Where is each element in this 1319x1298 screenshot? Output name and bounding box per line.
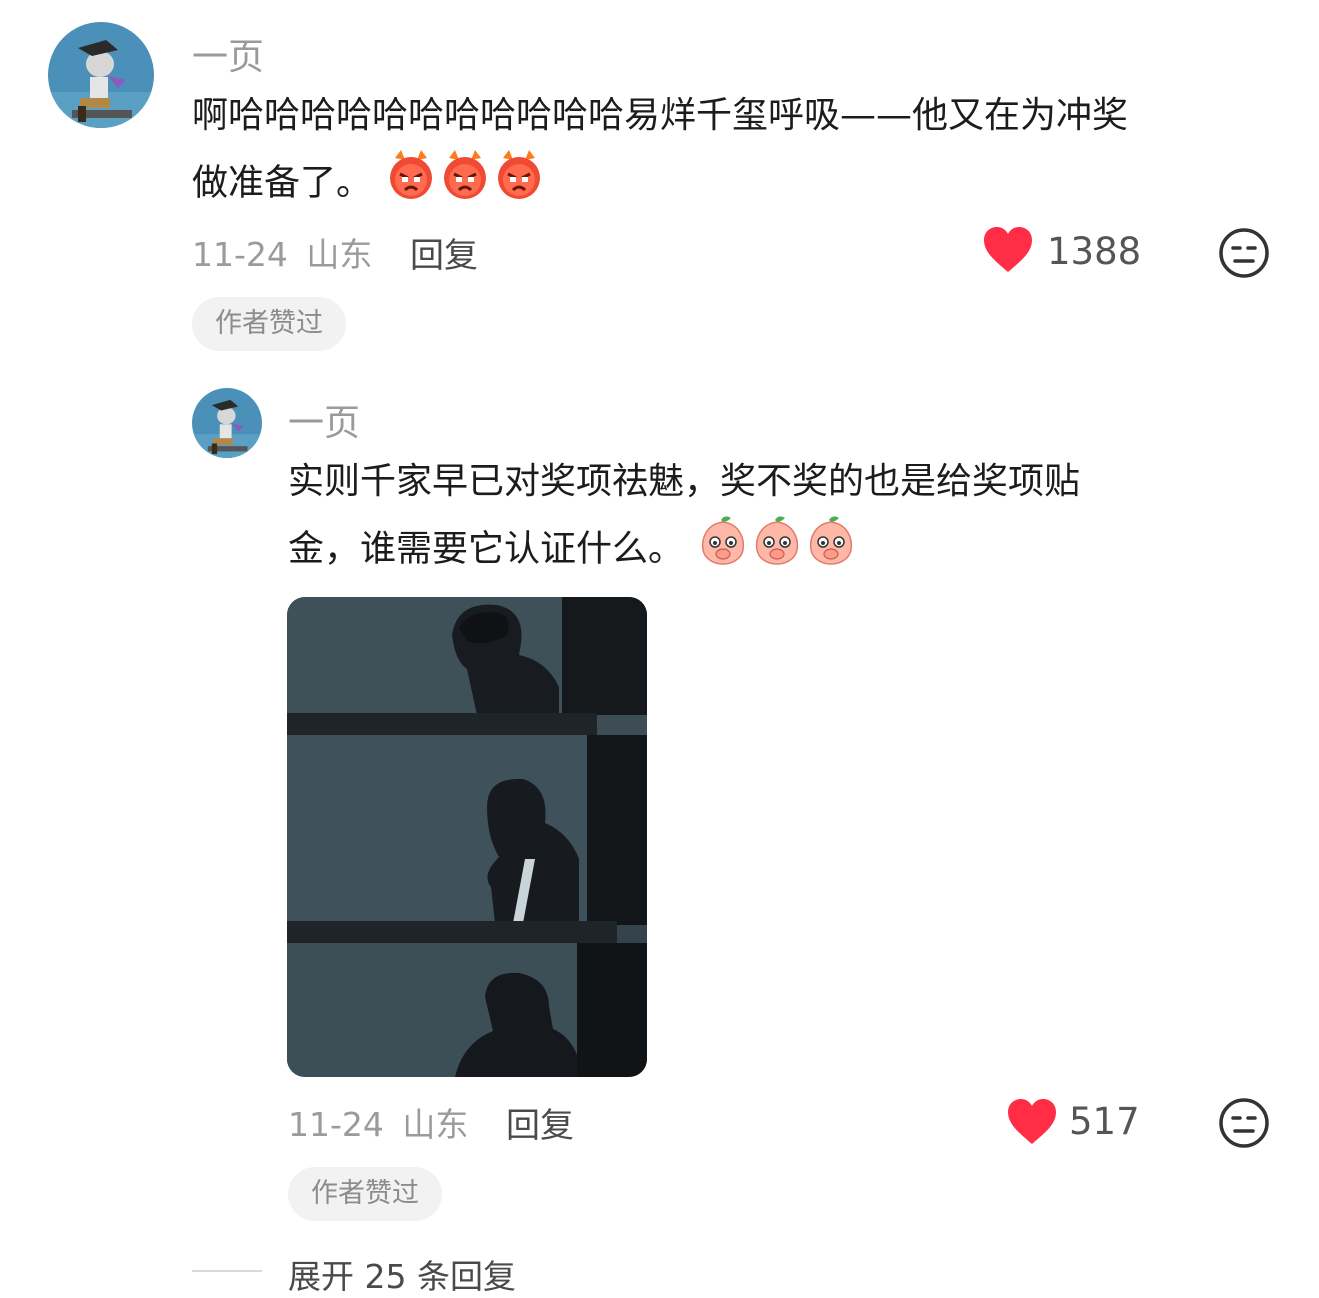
comment-text-line2: 做准备了。 (192, 162, 373, 204)
comment-meta: 11-24 山东 (192, 228, 372, 276)
reply-attached-photo[interactable] (287, 597, 647, 1077)
reply-text: 实则千家早已对奖项祛魅，奖不奖的也是给奖项贴 金，谁需要它认证什么。 (288, 450, 1278, 578)
reply-meta: 11-24 山东 (288, 1098, 468, 1146)
comment-date: 11-24 (192, 235, 288, 274)
comment-reply-button[interactable]: 回复 (410, 228, 478, 277)
angry-devil-emoji-icon (493, 148, 545, 221)
comment-text-line1: 啊哈哈哈哈哈哈哈哈哈哈哈易烊千玺呼吸——他又在为冲奖 (192, 95, 1129, 136)
expand-divider (192, 1270, 262, 1272)
shy-peach-emoji-icon (805, 514, 857, 587)
comment-like-button[interactable] (982, 226, 1034, 278)
angry-devil-emoji-icon (439, 148, 491, 221)
reply-dislike-button[interactable] (1218, 1097, 1270, 1153)
reply-reply-button[interactable]: 回复 (506, 1098, 574, 1147)
comment-text: 啊哈哈哈哈哈哈哈哈哈哈哈易烊千玺呼吸——他又在为冲奖 做准备了。 (192, 84, 1282, 212)
man-on-phone-photo (287, 597, 647, 1077)
reply-location: 山东 (402, 1105, 469, 1144)
comment-avatar[interactable] (48, 22, 154, 128)
cartoon-cat-avatar-icon (192, 388, 262, 458)
reply-username[interactable]: 一页 (288, 394, 360, 446)
meh-face-icon (1219, 1098, 1269, 1148)
reply-like-button[interactable] (1006, 1098, 1058, 1150)
heart-icon (1008, 1099, 1056, 1144)
cartoon-cat-avatar-icon (48, 22, 154, 128)
reply-like-count: 517 (1069, 1100, 1140, 1143)
reply-author-liked-badge: 作者赞过 (288, 1167, 442, 1221)
reply-text-line2: 金，谁需要它认证什么。 (288, 528, 685, 570)
comment-author-liked-badge: 作者赞过 (192, 297, 346, 351)
comment-location: 山东 (306, 235, 373, 274)
heart-icon (984, 227, 1032, 272)
comment-dislike-button[interactable] (1218, 227, 1270, 283)
meh-face-icon (1219, 228, 1269, 278)
reply-date: 11-24 (288, 1105, 384, 1144)
shy-peach-emoji-icon (751, 514, 803, 587)
reply-text-line1: 实则千家早已对奖项祛魅，奖不奖的也是给奖项贴 (288, 461, 1081, 502)
reply-avatar[interactable] (192, 388, 262, 458)
comment-like-count: 1388 (1047, 230, 1142, 273)
comment-username[interactable]: 一页 (192, 28, 264, 80)
angry-devil-emoji-icon (385, 148, 437, 221)
shy-peach-emoji-icon (697, 514, 749, 587)
expand-replies-button[interactable]: 展开 25 条回复 (288, 1250, 516, 1298)
